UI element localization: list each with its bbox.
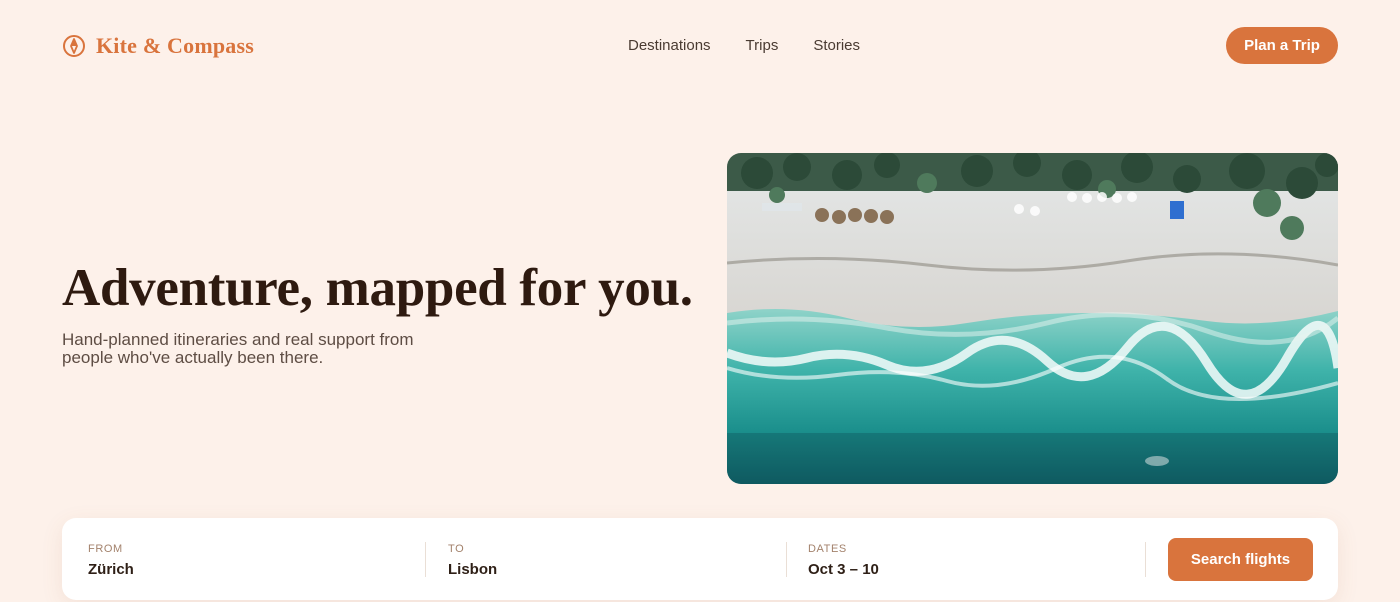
compass-icon <box>63 35 85 57</box>
dates-value: Oct 3 – 10 <box>808 561 879 578</box>
hero-beach-image <box>727 153 1338 484</box>
to-label: TO <box>448 543 465 555</box>
hero-subtitle: Hand-planned itineraries and real suppor… <box>62 330 414 367</box>
nav-trips[interactable]: Trips <box>746 37 779 54</box>
hero-title: Adventure, mapped for you. <box>62 259 693 317</box>
to-field[interactable]: TO Lisbon <box>448 518 778 600</box>
from-field[interactable]: FROM Zürich <box>88 518 418 600</box>
dates-label: DATES <box>808 543 847 555</box>
field-divider <box>1145 542 1146 577</box>
site-header: Kite & Compass Destinations Trips Storie… <box>0 0 1400 92</box>
field-divider <box>425 542 426 577</box>
main-nav: Destinations Trips Stories <box>628 37 860 54</box>
brand-logo[interactable]: Kite & Compass <box>62 33 254 59</box>
brand-name: Kite & Compass <box>96 33 255 58</box>
plan-trip-button[interactable]: Plan a Trip <box>1226 27 1338 64</box>
nav-stories[interactable]: Stories <box>813 37 860 54</box>
from-label: FROM <box>88 543 123 555</box>
from-value: Zürich <box>88 561 134 578</box>
dates-field[interactable]: DATES Oct 3 – 10 <box>808 518 1138 600</box>
search-flights-button[interactable]: Search flights <box>1168 538 1313 581</box>
field-divider <box>786 542 787 577</box>
to-value: Lisbon <box>448 561 498 578</box>
nav-destinations[interactable]: Destinations <box>628 37 711 54</box>
flight-search-bar: FROM Zürich TO Lisbon DATES Oct 3 – 10 S… <box>62 518 1338 600</box>
